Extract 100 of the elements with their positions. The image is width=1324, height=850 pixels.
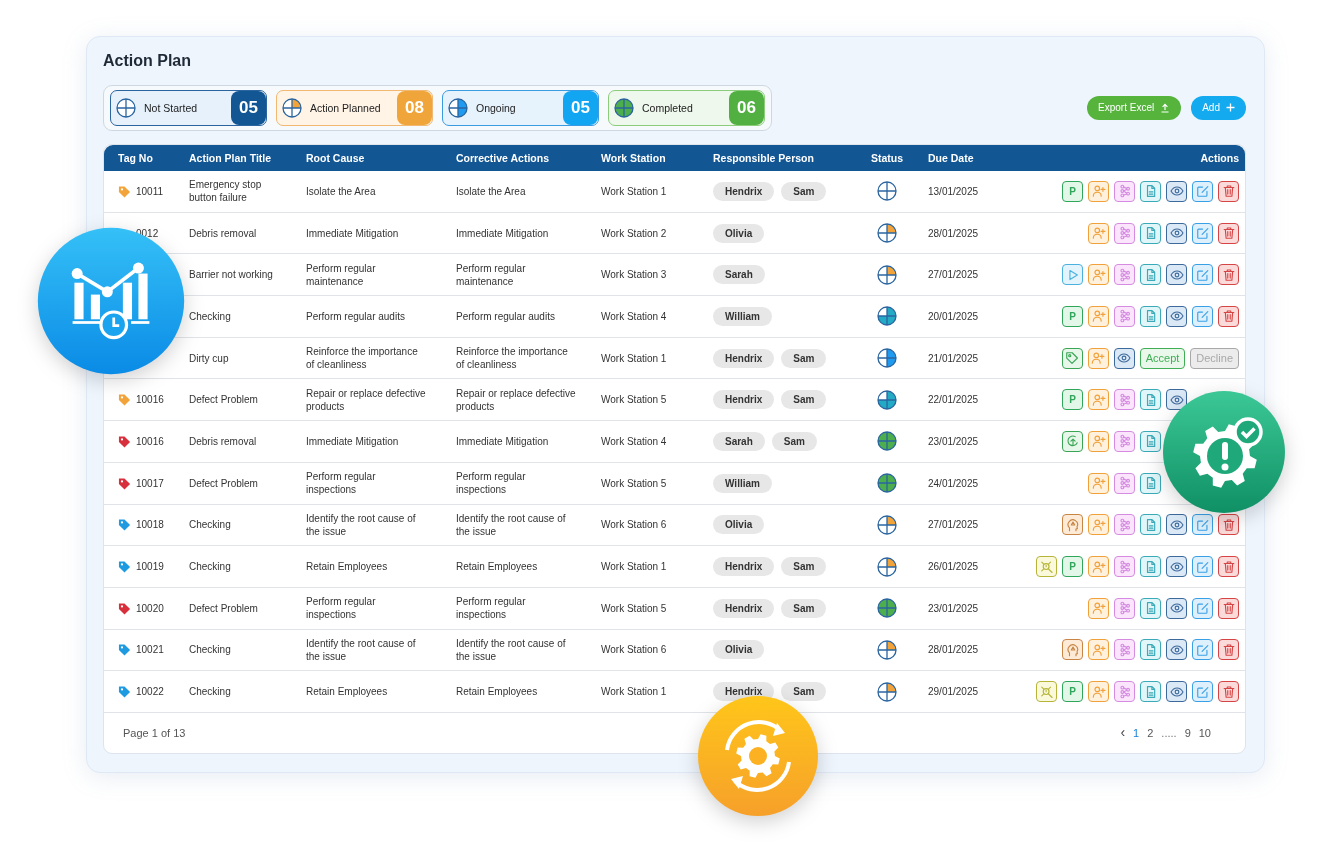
delete-button[interactable] [1218, 681, 1239, 703]
assign-button[interactable] [1088, 430, 1109, 452]
edit-button[interactable] [1192, 180, 1213, 202]
head-button[interactable] [1062, 639, 1083, 661]
share-button[interactable] [1114, 556, 1135, 578]
assign-button[interactable] [1088, 472, 1109, 494]
progress-button[interactable] [1062, 430, 1083, 452]
view-button[interactable] [1166, 514, 1187, 536]
view-button[interactable] [1166, 264, 1187, 286]
delete-button[interactable] [1218, 556, 1239, 578]
person-chip: Hendrix [713, 598, 775, 618]
pdf-button[interactable] [1140, 222, 1161, 244]
view-button[interactable] [1166, 389, 1187, 411]
analysis-button[interactable] [1036, 556, 1057, 578]
page-link[interactable]: 9 [1184, 726, 1191, 739]
head-button[interactable] [1062, 514, 1083, 536]
view-button[interactable] [1166, 556, 1187, 578]
status-filter[interactable]: Not Started 05 [110, 89, 267, 126]
delete-button[interactable] [1218, 305, 1239, 327]
view-button[interactable] [1166, 639, 1187, 661]
assign-button[interactable] [1088, 681, 1109, 703]
export-button[interactable]: Export Excel [1087, 95, 1182, 120]
assign-button[interactable] [1088, 597, 1109, 619]
share-button[interactable] [1114, 180, 1135, 202]
status-filter[interactable]: Ongoing 05 [442, 89, 599, 126]
page-link[interactable]: 1 [1133, 726, 1140, 739]
share-button[interactable] [1114, 639, 1135, 661]
analysis-button[interactable] [1036, 681, 1057, 703]
share-button[interactable] [1114, 514, 1135, 536]
assign-button[interactable] [1088, 514, 1109, 536]
status-filter[interactable]: Action Planned 08 [276, 89, 433, 126]
assign-button[interactable] [1088, 222, 1109, 244]
view-button[interactable] [1113, 347, 1135, 369]
delete-button[interactable] [1218, 597, 1239, 619]
previous-page-link[interactable]: ‹ [1120, 726, 1126, 739]
pdf-button[interactable] [1140, 180, 1161, 202]
page-summary: Page 1 of 13 [123, 726, 186, 739]
edit-button[interactable] [1192, 597, 1213, 619]
delete-button[interactable] [1218, 264, 1239, 286]
share-button[interactable] [1114, 472, 1135, 494]
delete-button[interactable] [1218, 222, 1239, 244]
p-button[interactable]: P [1062, 180, 1083, 202]
pdf-button[interactable] [1140, 639, 1161, 661]
pdf-button[interactable] [1140, 556, 1161, 578]
delete-button[interactable] [1218, 180, 1239, 202]
p-button[interactable]: P [1062, 389, 1083, 411]
eye-icon [1169, 309, 1184, 324]
share-button[interactable] [1114, 597, 1135, 619]
edit-button[interactable] [1192, 639, 1213, 661]
table-cell-text: Work Station 6 [600, 643, 668, 657]
view-button[interactable] [1166, 222, 1187, 244]
pdf-button[interactable] [1140, 514, 1161, 536]
add-button[interactable]: Add [1191, 95, 1246, 120]
view-button[interactable] [1166, 305, 1187, 327]
share-button[interactable] [1114, 681, 1135, 703]
delete-button[interactable] [1218, 514, 1239, 536]
status-filter[interactable]: Completed 06 [608, 89, 765, 126]
edit-button[interactable] [1192, 514, 1213, 536]
page-link[interactable]: 2 [1147, 726, 1154, 739]
person-plus-icon [1091, 517, 1106, 532]
view-button[interactable] [1166, 597, 1187, 619]
edit-button[interactable] [1192, 681, 1213, 703]
assign-button[interactable] [1088, 305, 1109, 327]
edit-button[interactable] [1192, 556, 1213, 578]
share-button[interactable] [1114, 389, 1135, 411]
assign-button[interactable] [1088, 389, 1109, 411]
p-button[interactable]: P [1062, 556, 1083, 578]
edit-button[interactable] [1192, 222, 1213, 244]
start-button[interactable] [1062, 264, 1083, 286]
accept-button[interactable]: Accept [1139, 347, 1186, 369]
trash-icon [1221, 184, 1236, 199]
pdf-button[interactable] [1140, 472, 1161, 494]
trash-icon [1221, 309, 1236, 324]
pdf-button[interactable] [1140, 389, 1161, 411]
page-link[interactable]: 10 [1198, 726, 1211, 739]
pdf-button[interactable] [1140, 305, 1161, 327]
view-button[interactable] [1166, 681, 1187, 703]
edit-button[interactable] [1192, 264, 1213, 286]
pdf-button[interactable] [1140, 597, 1161, 619]
person-chip: Sam [781, 557, 827, 577]
tag-button[interactable] [1061, 347, 1083, 369]
share-button[interactable] [1114, 264, 1135, 286]
assign-button[interactable] [1088, 639, 1109, 661]
view-button[interactable] [1166, 180, 1187, 202]
count-badge: 05 [563, 90, 598, 125]
share-button[interactable] [1114, 430, 1135, 452]
share-button[interactable] [1114, 305, 1135, 327]
p-button[interactable]: P [1062, 305, 1083, 327]
edit-button[interactable] [1192, 305, 1213, 327]
pdf-button[interactable] [1140, 264, 1161, 286]
assign-button[interactable] [1088, 556, 1109, 578]
assign-button[interactable] [1088, 264, 1109, 286]
table-cell-text: Dirty cup [188, 351, 230, 365]
assign-button[interactable] [1088, 180, 1109, 202]
pdf-button[interactable] [1140, 681, 1161, 703]
delete-button[interactable] [1218, 639, 1239, 661]
p-button[interactable]: P [1062, 681, 1083, 703]
eye-icon [1169, 642, 1184, 657]
share-button[interactable] [1114, 222, 1135, 244]
pdf-button[interactable] [1140, 430, 1161, 452]
